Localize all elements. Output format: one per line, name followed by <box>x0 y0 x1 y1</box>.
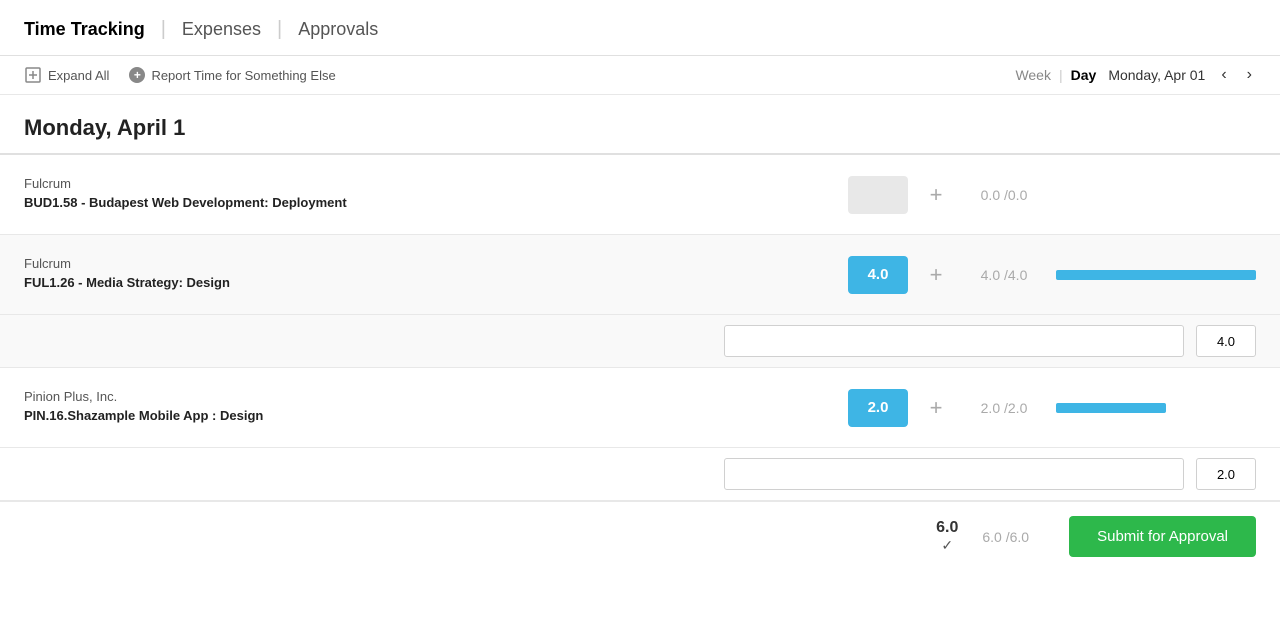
report-time-action[interactable]: + Report Time for Something Else <box>129 67 335 83</box>
footer-row: 6.0 ✓ 6.0 /6.0 Submit for Approval <box>0 501 1280 571</box>
entry-2-add-button[interactable]: + <box>920 259 952 291</box>
entry-1-hours-max: 0.0 <box>1008 187 1027 203</box>
toolbar: Expand All + Report Time for Something E… <box>0 56 1280 95</box>
entry-1-add-button[interactable]: + <box>920 179 952 211</box>
entry-2-hours-display: 4.0 /4.0 <box>964 267 1044 283</box>
entry-1-project: BUD1.58 - Budapest Web Development: Depl… <box>24 194 544 212</box>
expand-all-icon <box>24 66 42 84</box>
view-week[interactable]: Week <box>1015 67 1051 83</box>
total-hours-value: 6.0 <box>936 519 958 537</box>
entry-1-slash: / <box>1000 187 1008 203</box>
next-date-arrow[interactable]: › <box>1243 66 1256 84</box>
add-circle-icon: + <box>129 67 145 83</box>
total-section: 6.0 ✓ <box>936 519 958 554</box>
entry-1-client: Fulcrum <box>24 176 544 191</box>
prev-date-arrow[interactable]: ‹ <box>1217 66 1230 84</box>
report-time-label: Report Time for Something Else <box>151 68 335 83</box>
total-hours-current: 6.0 <box>982 529 1001 545</box>
submit-for-approval-button[interactable]: Submit for Approval <box>1069 516 1256 557</box>
entry-2-hours-current: 4.0 <box>981 267 1000 283</box>
entry-2-project: FUL1.26 - Media Strategy: Design <box>24 274 544 292</box>
entry-2-client: Fulcrum <box>24 256 544 271</box>
page-date-heading: Monday, April 1 <box>0 95 1280 155</box>
top-navigation: Time Tracking | Expenses | Approvals <box>0 0 1280 56</box>
view-sep: | <box>1059 67 1063 83</box>
nav-time-tracking[interactable]: Time Tracking <box>24 19 161 40</box>
entry-1-info: Fulcrum BUD1.58 - Budapest Web Developme… <box>24 164 544 224</box>
nav-expenses[interactable]: Expenses <box>166 19 277 40</box>
expand-all-label: Expand All <box>48 68 109 83</box>
entry-3-progress-bar <box>1056 403 1166 413</box>
entries-container: Fulcrum BUD1.58 - Budapest Web Developme… <box>0 155 1280 571</box>
toolbar-left: Expand All + Report Time for Something E… <box>24 66 995 84</box>
entry-3-slash: / <box>1000 400 1008 416</box>
entry-3-hours-display: 2.0 /2.0 <box>964 400 1044 416</box>
table-row: Pinion Plus, Inc. PIN.16.Shazample Mobil… <box>0 368 1280 448</box>
view-day[interactable]: Day <box>1071 67 1097 83</box>
nav-approvals[interactable]: Approvals <box>282 19 394 40</box>
entry-2-notes-input[interactable] <box>724 325 1184 357</box>
entry-3-input-row <box>0 448 1280 501</box>
entry-1-hours-current: 0.0 <box>981 187 1000 203</box>
expand-all-action[interactable]: Expand All <box>24 66 109 84</box>
entry-1-progress-container <box>1056 190 1256 200</box>
toolbar-right: Week | Day Monday, Apr 01 ‹ › <box>1015 66 1256 84</box>
entry-3-time-badge[interactable]: 2.0 <box>848 389 908 427</box>
entry-2-hours-max: 4.0 <box>1008 267 1027 283</box>
current-date-display: Monday, Apr 01 <box>1108 67 1205 83</box>
entry-3-hours-max: 2.0 <box>1008 400 1027 416</box>
entry-3-progress-container <box>1056 403 1256 413</box>
entry-2-info: Fulcrum FUL1.26 - Media Strategy: Design <box>24 244 544 304</box>
entry-2-slash: / <box>1000 267 1008 283</box>
table-row: Fulcrum BUD1.58 - Budapest Web Developme… <box>0 155 1280 235</box>
entry-3-add-button[interactable]: + <box>920 392 952 424</box>
entry-3-hours-current: 2.0 <box>981 400 1000 416</box>
entry-1-hours-display: 0.0 /0.0 <box>964 187 1044 203</box>
table-row: Fulcrum FUL1.26 - Media Strategy: Design… <box>0 235 1280 315</box>
entry-3-client: Pinion Plus, Inc. <box>24 389 544 404</box>
entry-3-hours-input[interactable] <box>1196 458 1256 490</box>
total-hours-fraction: 6.0 /6.0 <box>982 529 1029 545</box>
entry-2-hours-input[interactable] <box>1196 325 1256 357</box>
entry-2-input-row <box>0 315 1280 368</box>
entry-3-project: PIN.16.Shazample Mobile App : Design <box>24 407 544 425</box>
entry-2-progress-bar <box>1056 270 1256 280</box>
total-hours-max: 6.0 <box>1010 529 1029 545</box>
entry-3-info: Pinion Plus, Inc. PIN.16.Shazample Mobil… <box>24 377 544 437</box>
entry-2-time-badge[interactable]: 4.0 <box>848 256 908 294</box>
entry-1-time-badge[interactable] <box>848 176 908 214</box>
view-toggle: Week | Day <box>1015 67 1096 83</box>
entry-3-notes-input[interactable] <box>724 458 1184 490</box>
checkmark-icon: ✓ <box>941 537 953 554</box>
entry-2-progress-container <box>1056 270 1256 280</box>
